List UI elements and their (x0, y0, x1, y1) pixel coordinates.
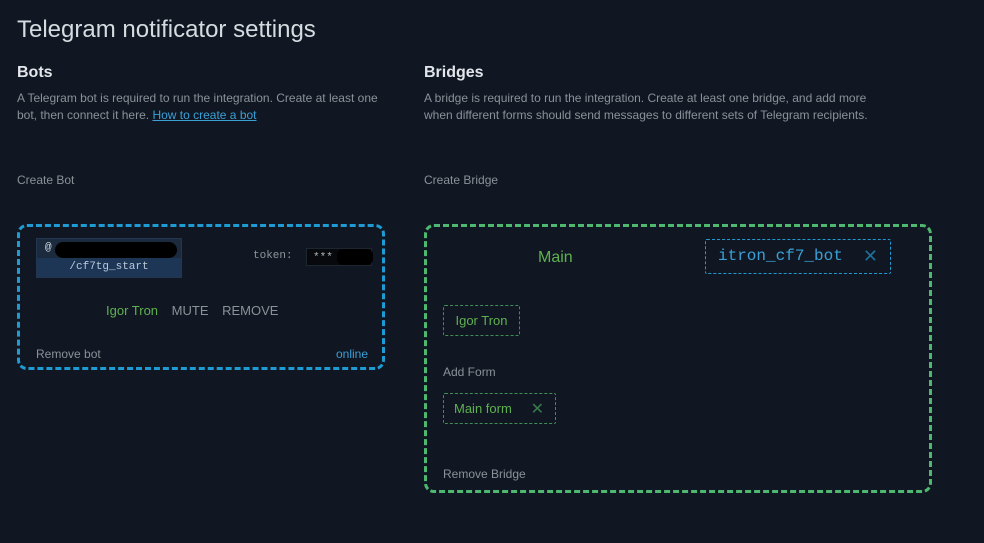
recipient-name: Igor Tron (106, 303, 159, 318)
bridge-bot-tag-label: itron_cf7_bot (718, 247, 843, 265)
recipient-row: Igor Tron MUTE REMOVE (106, 303, 278, 318)
redacted-token (337, 249, 373, 265)
bridge-card: Main itron_cf7_bot ✕ Igor Tron Add Form … (424, 224, 932, 493)
bridges-description: A bridge is required to run the integrat… (424, 91, 868, 122)
how-to-create-bot-link[interactable]: How to create a bot (152, 108, 256, 122)
token-label: token: (253, 250, 293, 262)
remove-bot-button[interactable]: Remove bot (36, 347, 101, 361)
bridge-recipient-tag[interactable]: Igor Tron (443, 305, 520, 336)
bridge-form-tag: Main form ✕ (443, 393, 556, 424)
token-value: *** (313, 252, 333, 264)
settings-page: Telegram notificator settings Bots A Tel… (0, 0, 984, 543)
create-bot-button[interactable]: Create Bot (17, 173, 74, 187)
close-icon[interactable]: ✕ (863, 240, 878, 273)
bridges-heading: Bridges (424, 64, 484, 81)
bots-heading: Bots (17, 64, 53, 81)
token-field[interactable]: *** (306, 248, 373, 266)
bot-handle: @ (37, 239, 181, 258)
bridge-form-tag-label: Main form (454, 401, 512, 416)
bot-handle-prefix: @ (45, 242, 52, 254)
close-icon[interactable]: ✕ (531, 394, 544, 423)
remove-recipient-button[interactable]: REMOVE (222, 303, 278, 318)
bridge-bot-tag: itron_cf7_bot ✕ (705, 239, 891, 274)
redacted-bot-name (55, 242, 177, 258)
bot-status: online (335, 347, 368, 361)
bot-card: @ /cf7tg_start token: *** Igor Tron MUTE… (17, 224, 385, 370)
page-title: Telegram notificator settings (17, 16, 316, 43)
create-bridge-button[interactable]: Create Bridge (424, 173, 498, 187)
add-form-button[interactable]: Add Form (443, 365, 496, 379)
bot-name-box: @ /cf7tg_start (36, 238, 182, 278)
mute-button[interactable]: MUTE (172, 303, 209, 318)
bots-description: A Telegram bot is required to run the in… (17, 90, 387, 124)
bridges-section: Bridges A bridge is required to run the … (424, 64, 894, 187)
start-command[interactable]: /cf7tg_start (37, 258, 181, 277)
bridge-name[interactable]: Main (538, 249, 573, 267)
bots-section: Bots A Telegram bot is required to run t… (17, 64, 387, 187)
remove-bridge-button[interactable]: Remove Bridge (443, 467, 526, 481)
